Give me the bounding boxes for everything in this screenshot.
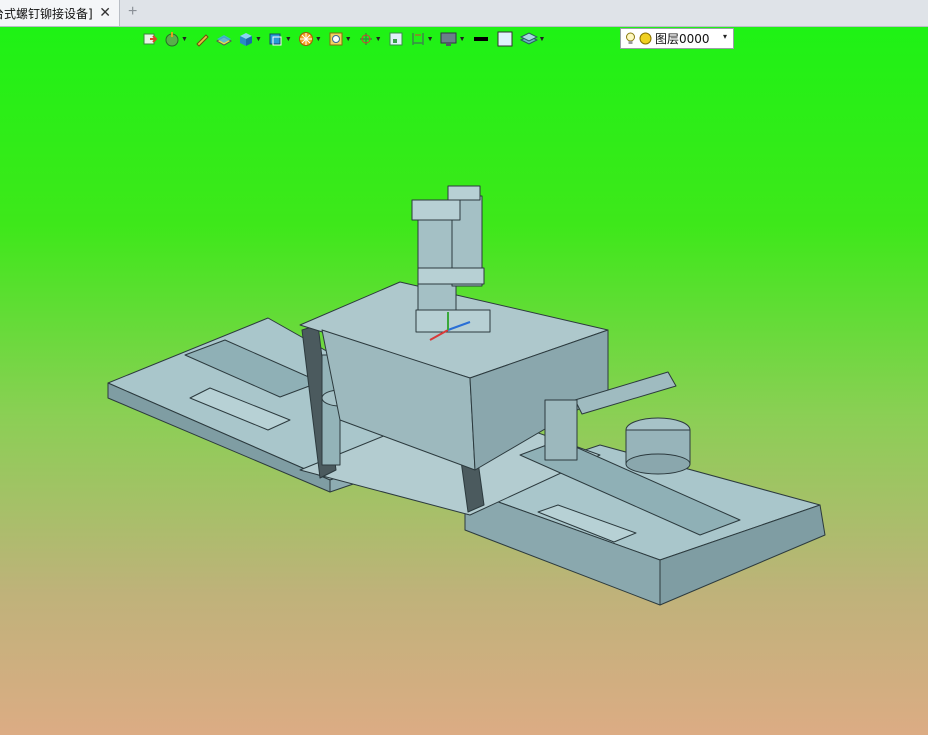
view-toolbar: ▼ ▼ ▼ ▼ ▼ ▼ ▼ ▼ ▼ [140, 28, 547, 50]
tab-bar: 台式螺钉铆接设备] ✕ + [0, 0, 928, 27]
surface-icon[interactable] [214, 29, 234, 49]
fill-color-icon[interactable] [494, 29, 516, 49]
chevron-down-icon[interactable]: ▼ [539, 36, 546, 43]
import-icon[interactable] [140, 29, 160, 49]
layer-name: 图层0000 [655, 32, 710, 46]
chevron-down-icon[interactable]: ▼ [375, 36, 382, 43]
line-color-icon[interactable] [470, 29, 492, 49]
layer-select[interactable]: 图层0000 ▾ [620, 28, 734, 49]
display-icon[interactable]: ▼ [438, 29, 468, 49]
document-tab[interactable]: 台式螺钉铆接设备] ✕ [0, 0, 120, 26]
chevron-down-icon[interactable]: ▼ [315, 36, 322, 43]
cad-model [107, 185, 826, 606]
solid-box-icon[interactable]: ▼ [236, 29, 264, 49]
axis-icon[interactable]: ▼ [356, 29, 384, 49]
layer-color-icon [639, 32, 652, 45]
layer-stack-icon[interactable]: ▼ [518, 29, 548, 49]
chevron-down-icon[interactable]: ▼ [181, 36, 188, 43]
chevron-down-icon[interactable]: ▼ [285, 36, 292, 43]
zoom-icon[interactable]: ▼ [326, 29, 354, 49]
dimension-icon[interactable]: ▼ [408, 29, 436, 49]
frame-icon[interactable] [386, 29, 406, 49]
chevron-down-icon[interactable]: ▼ [427, 36, 434, 43]
pencil-icon[interactable] [192, 29, 212, 49]
add-tab-button[interactable]: + [128, 3, 137, 21]
globe-icon[interactable]: ▼ [162, 29, 190, 49]
close-icon[interactable]: ✕ [99, 4, 111, 21]
cylinder-1 [417, 211, 457, 321]
chevron-down-icon[interactable]: ▼ [255, 36, 262, 43]
view-cube-icon[interactable]: ▼ [266, 29, 294, 49]
chevron-down-icon[interactable]: ▼ [345, 36, 352, 43]
3d-viewport[interactable] [0, 27, 928, 735]
chevron-down-icon[interactable]: ▼ [459, 36, 466, 43]
render-icon[interactable]: ▼ [296, 29, 324, 49]
lightbulb-icon [626, 32, 635, 44]
chevron-down-icon[interactable]: ▾ [723, 32, 727, 41]
document-tab-title: 台式螺钉铆接设备] [0, 6, 93, 21]
